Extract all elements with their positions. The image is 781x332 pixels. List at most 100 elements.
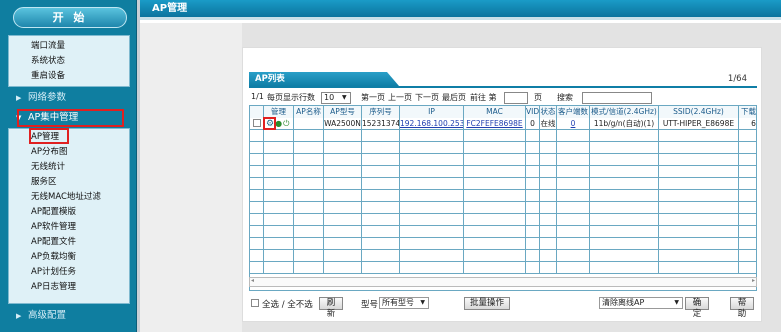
batch-operation-button[interactable]: 批量操作 <box>464 297 510 310</box>
clear-offline-select[interactable]: 清除离线AP ▼ <box>599 297 683 309</box>
table-cell <box>250 214 264 226</box>
menu-item-ap-config-file[interactable]: AP配置文件 <box>9 235 129 250</box>
table-cell <box>526 190 540 202</box>
menu-item-reboot[interactable]: 重启设备 <box>9 69 129 84</box>
table-cell <box>590 250 659 262</box>
ap-model-cell: WA2500N <box>324 118 362 130</box>
chevron-right-icon: ▶ <box>16 312 22 320</box>
menu-item-ap-management[interactable]: AP管理 <box>9 130 129 145</box>
table-cell <box>590 130 659 142</box>
table-cell <box>294 154 324 166</box>
menu-item-wireless-stats[interactable]: 无线统计 <box>9 160 129 175</box>
table-cell <box>590 238 659 250</box>
scroll-right-icon[interactable]: ▸ <box>752 277 755 284</box>
menu-item-service-zone[interactable]: 服务区 <box>9 175 129 190</box>
table-cell <box>264 154 294 166</box>
table-cell <box>400 238 464 250</box>
power-icon[interactable]: ⏻ <box>283 118 289 129</box>
pager-next[interactable]: 下一页 <box>415 92 439 103</box>
menu-item-ap-template[interactable]: AP配置模版 <box>9 205 129 220</box>
col-ip: IP <box>400 106 464 118</box>
table-row <box>250 202 756 214</box>
col-mode-channel: 模式/信道(2.4GHz) <box>590 106 659 118</box>
table-cell <box>400 250 464 262</box>
table-cell <box>324 190 362 202</box>
confirm-button[interactable]: 确定 <box>685 297 709 319</box>
select-all-checkbox[interactable] <box>251 299 259 307</box>
table-cell <box>739 190 756 202</box>
table-cell <box>324 202 362 214</box>
menu-item-ap-log[interactable]: AP日志管理 <box>9 280 129 295</box>
help-button[interactable]: 帮助 <box>730 297 754 319</box>
table-cell <box>362 154 400 166</box>
table-cell <box>250 142 264 154</box>
location-pin-icon[interactable]: ● <box>275 118 282 129</box>
menu-item-port-traffic[interactable]: 端口流量 <box>9 39 129 54</box>
refresh-button[interactable]: 刷新 <box>319 297 343 319</box>
per-page-select[interactable]: 10 ▼ <box>321 92 351 104</box>
table-cell <box>400 190 464 202</box>
menu-item-ap-software[interactable]: AP软件管理 <box>9 220 129 235</box>
pager-first[interactable]: 第一页 <box>361 92 385 103</box>
table-cell <box>526 238 540 250</box>
table-cell <box>400 154 464 166</box>
table-cell <box>362 130 400 142</box>
model-select[interactable]: 所有型号 ▼ <box>379 297 429 309</box>
table-cell <box>659 202 739 214</box>
status-cell: 在线 <box>540 118 557 130</box>
table-cell <box>540 154 557 166</box>
table-cell <box>464 166 526 178</box>
goto-page-input[interactable] <box>504 92 528 104</box>
table-cell <box>557 190 590 202</box>
start-button[interactable]: 开 始 <box>13 7 127 28</box>
table-cell <box>464 262 526 274</box>
table-cell <box>400 262 464 274</box>
horizontal-scrollbar[interactable]: ◂ ▸ <box>249 277 757 287</box>
dropdown-arrow-icon: ▼ <box>420 299 425 306</box>
section-network-params[interactable]: ▶ 网络参数 <box>8 90 130 106</box>
section-advanced-config[interactable]: ▶ 高级配置 <box>8 308 130 324</box>
table-cell <box>659 166 739 178</box>
table-cell <box>400 142 464 154</box>
table-cell <box>659 226 739 238</box>
table-cell <box>540 142 557 154</box>
col-status: 状态 <box>540 106 557 118</box>
bottom-toolbar: 全选 / 全不选 刷新 型号 所有型号 ▼ 批量操作 清除离线AP ▼ 确定 帮… <box>249 297 757 319</box>
highlight-box <box>29 128 69 144</box>
table-cell <box>526 214 540 226</box>
table-cell <box>540 238 557 250</box>
pager-page-of: 1/1 <box>251 92 264 101</box>
page-indicator: 1/64 <box>727 74 747 84</box>
clear-offline-value: 清除离线AP <box>602 298 645 307</box>
table-cell <box>264 142 294 154</box>
menu-item-ap-map[interactable]: AP分布图 <box>9 145 129 160</box>
ip-link[interactable]: 192.168.100.253 <box>400 118 464 130</box>
table-row <box>250 226 756 238</box>
pager-last[interactable]: 最后页 <box>442 92 466 103</box>
search-input[interactable] <box>582 92 652 104</box>
mac-link[interactable]: FC2FEFE8698E <box>464 118 526 130</box>
menu-item-ap-load-balance[interactable]: AP负载均衡 <box>9 250 129 265</box>
row-checkbox[interactable] <box>252 119 261 127</box>
menu-item-mac-filter[interactable]: 无线MAC地址过滤 <box>9 190 129 205</box>
table-cell <box>324 142 362 154</box>
pager-prev[interactable]: 上一页 <box>388 92 412 103</box>
table-cell <box>264 238 294 250</box>
table-cell <box>294 262 324 274</box>
clients-link[interactable]: 0 <box>557 118 590 130</box>
menu-item-system-status[interactable]: 系统状态 <box>9 54 129 69</box>
scroll-left-icon[interactable]: ◂ <box>251 277 254 284</box>
table-cell <box>294 238 324 250</box>
table-cell <box>250 262 264 274</box>
table-cell <box>557 130 590 142</box>
table-cell <box>264 178 294 190</box>
table-cell <box>659 130 739 142</box>
table-cell <box>362 142 400 154</box>
mode-channel-cell: 11b/g/n(自动)(1) <box>590 118 659 130</box>
table-cell <box>557 262 590 274</box>
select-all-label[interactable]: 全选 / 全不选 <box>262 298 313 310</box>
menu-item-ap-schedule[interactable]: AP计划任务 <box>9 265 129 280</box>
table-cell <box>464 238 526 250</box>
table-cell <box>250 166 264 178</box>
per-page-value: 10 <box>324 93 335 102</box>
